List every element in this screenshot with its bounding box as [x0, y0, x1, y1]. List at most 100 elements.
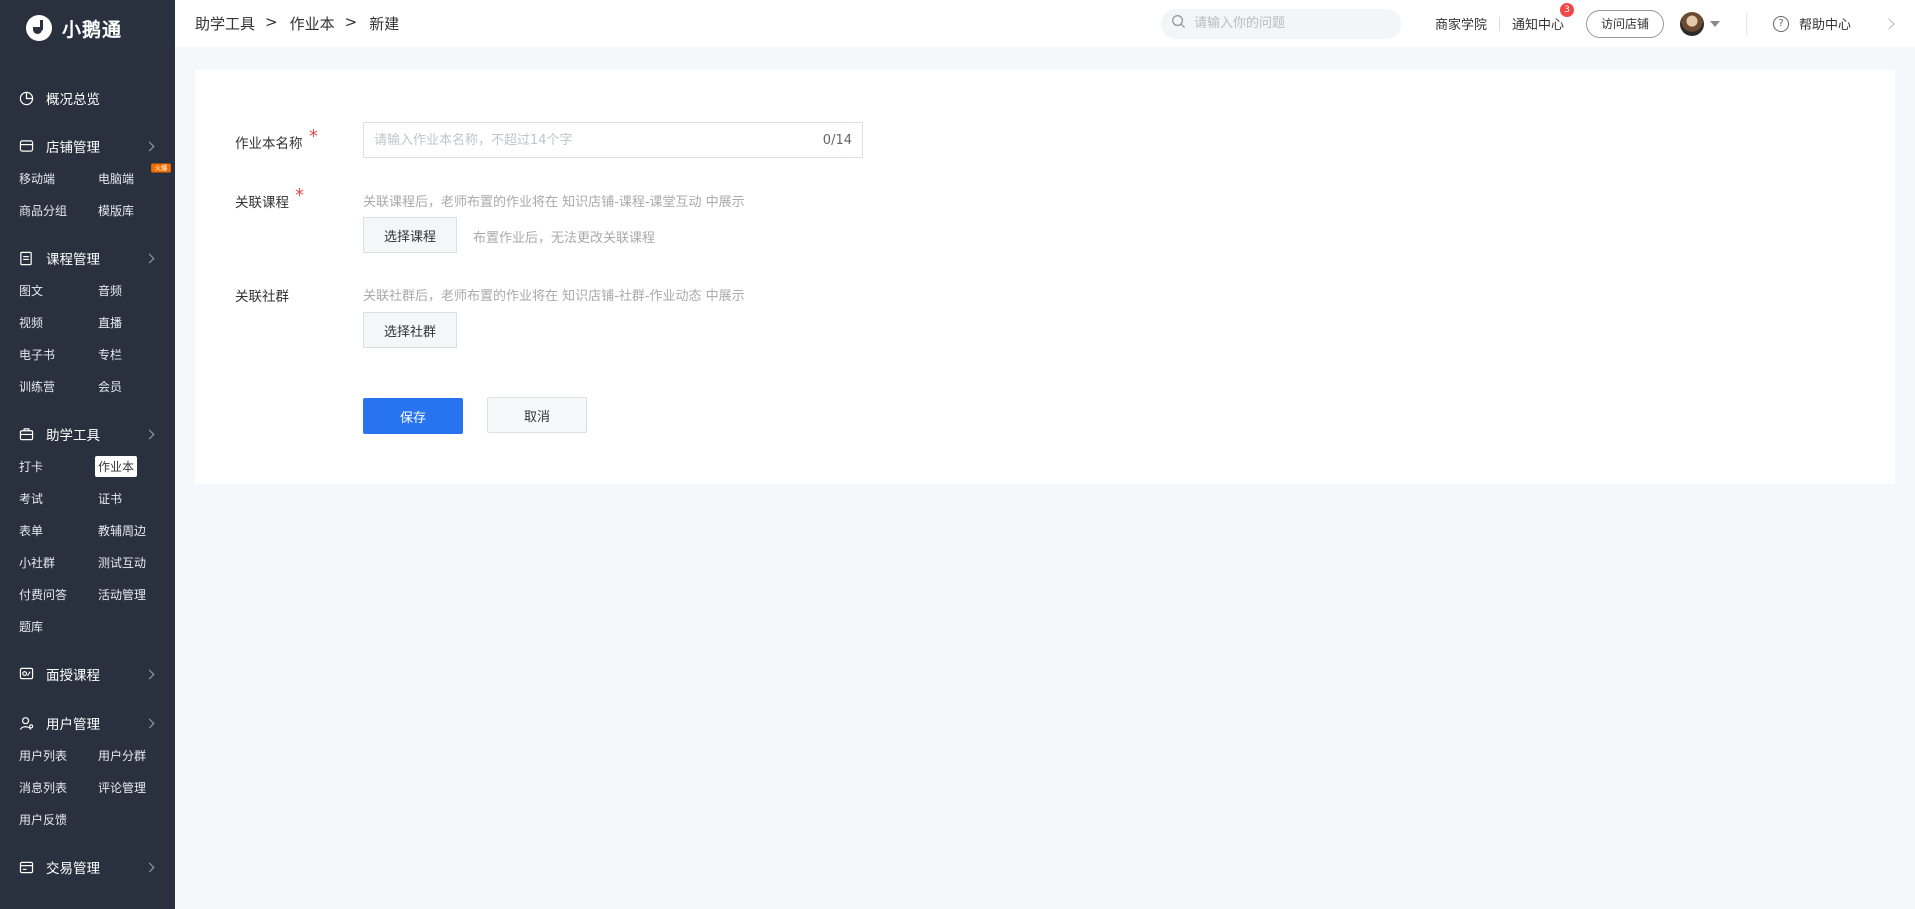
sidebar-subitem[interactable]: 测试互动 — [98, 551, 175, 573]
book-icon — [18, 251, 34, 265]
sidebar-submenu: 移动端 电脑端 火爆商品分组 模版库 — [0, 163, 175, 221]
select-community-button[interactable]: 选择社群 — [363, 312, 458, 348]
sidebar-item-overview[interactable]: 概况总览 — [0, 87, 175, 109]
sidebar-group-3[interactable]: 面授课程 — [0, 663, 175, 685]
sidebar-subitem[interactable]: 用户反馈 — [19, 808, 98, 830]
sidebar-submenu: 用户列表 用户分群 消息列表 评论管理 用户反馈 — [0, 744, 175, 830]
sidebar-subitem[interactable]: 训练营 — [19, 375, 98, 397]
sidebar-group-label: 店铺管理 — [46, 140, 100, 156]
user-icon — [18, 716, 34, 730]
sidebar-subitem[interactable]: 用户列表 — [19, 744, 98, 766]
sidebar-subitem-label: 教辅周边 — [98, 523, 147, 538]
sidebar-subitem[interactable]: 打卡 — [19, 455, 98, 477]
name-label: 作业本名称 * — [235, 126, 363, 152]
visit-store-button[interactable]: 访问店铺 — [1585, 9, 1664, 38]
cancel-button[interactable]: 取消 — [487, 397, 587, 433]
breadcrumb-item-tools[interactable]: 助学工具 — [195, 13, 255, 34]
sidebar-subitem-label: 模版库 — [98, 203, 135, 218]
course-inline-hint: 布置作业后，无法更改关联课程 — [473, 231, 656, 246]
trade-icon — [18, 860, 34, 874]
course-hint: 关联课程后，老师布置的作业将在 知识店铺-课程-课堂互动 中展示 — [363, 195, 745, 210]
course-label: 关联课程 * — [235, 185, 363, 211]
sidebar-subitem[interactable]: 专栏 — [98, 343, 175, 365]
search-input[interactable] — [1193, 16, 1384, 31]
breadcrumb: 助学工具 > 作业本 > 新建 — [175, 13, 399, 34]
chevron-right-icon — [144, 429, 155, 439]
sidebar-subitem[interactable]: 证书 — [98, 487, 175, 509]
sidebar-subitem[interactable]: 考试 — [19, 487, 98, 509]
store-icon — [18, 139, 34, 153]
sidebar-group-1[interactable]: 课程管理 — [0, 247, 175, 269]
chevron-right-icon — [144, 253, 155, 263]
sidebar-group-2[interactable]: 助学工具 — [0, 423, 175, 445]
sidebar-group-4[interactable]: 用户管理 — [0, 712, 175, 734]
brand-name: 小鹅通 — [62, 18, 123, 41]
sidebar: 小鹅通 概况总览 店铺管理移动端 电脑端 火爆商品分组 模版库课程管理图文 音频 视频 直播… — [0, 0, 175, 909]
brand-logo[interactable]: 小鹅通 — [0, 0, 175, 56]
sidebar-subitem[interactable]: 商品分组 — [19, 199, 98, 221]
breadcrumb-item-homework[interactable]: 作业本 — [290, 13, 335, 34]
breadcrumb-item-new: 新建 — [369, 15, 400, 33]
sidebar-subitem[interactable]: 作业本 — [95, 455, 175, 477]
sidebar-subitem-label: 题库 — [19, 619, 44, 634]
sidebar-subitem[interactable]: 移动端 — [19, 167, 98, 189]
chevron-right-icon — [144, 862, 155, 872]
sidebar-group-label: 用户管理 — [46, 717, 100, 733]
chevron-right-icon — [144, 718, 155, 728]
sidebar-subitem-label: 打卡 — [19, 459, 44, 474]
avatar[interactable] — [1679, 11, 1704, 36]
sidebar-subitem[interactable]: 电脑端 火爆 — [98, 163, 175, 189]
sidebar-subitem-label: 专栏 — [98, 347, 123, 362]
sidebar-subitem-label: 直播 — [98, 315, 123, 330]
sidebar-submenu: 图文 音频 视频 直播电子书 专栏 训练营 会员 — [0, 279, 175, 397]
sidebar-subitem[interactable]: 表单 — [19, 519, 98, 541]
sidebar-subitem[interactable]: 音频 — [98, 279, 175, 301]
sidebar-subitem[interactable]: 图文 — [19, 279, 98, 301]
sidebar-subitem-label: 表单 — [19, 523, 44, 538]
sidebar-group-0[interactable]: 店铺管理 — [0, 135, 175, 157]
notification-badge: 3 — [1559, 3, 1574, 17]
sidebar-item-label: 概况总览 — [46, 92, 100, 108]
topbar-actions: 商家学院 通知中心 3 访问店铺 ? 帮助中心 — [1160, 0, 1915, 47]
sidebar-subitem-label: 小社群 — [19, 555, 56, 570]
sidebar-subitem[interactable]: 直播 — [98, 311, 175, 333]
help-center-label: 帮助中心 — [1798, 18, 1851, 33]
sidebar-subitem-label: 电子书 — [19, 347, 56, 362]
sidebar-subitem[interactable]: 用户分群 — [98, 744, 175, 766]
name-row: 作业本名称 * — [235, 126, 363, 152]
community-label: 关联社群 — [235, 289, 289, 305]
sidebar-subitem[interactable]: 付费问答 — [19, 583, 98, 605]
sidebar-subitem-label: 活动管理 — [98, 587, 147, 602]
notification-label: 通知中心 — [1511, 18, 1564, 33]
chevron-right-icon[interactable] — [1883, 17, 1895, 30]
merchant-academy-link[interactable]: 商家学院 — [1423, 14, 1499, 33]
sidebar-subitem[interactable]: 模版库 — [98, 199, 175, 221]
course-label-text: 关联课程 — [235, 195, 289, 211]
save-button[interactable]: 保存 — [363, 398, 463, 434]
sidebar-subitem[interactable]: 教辅周边 — [98, 519, 175, 541]
sidebar-subitem[interactable]: 消息列表 — [19, 776, 98, 798]
sidebar-subitem[interactable]: 小社群 — [19, 551, 98, 573]
sidebar-subitem-label: 付费问答 — [19, 587, 68, 602]
pie-chart-icon — [18, 91, 34, 105]
course-row: 关联课程 * — [235, 185, 363, 211]
sidebar-subitem[interactable]: 评论管理 — [98, 776, 175, 798]
caret-down-icon[interactable] — [1709, 20, 1720, 27]
sidebar-subitem-label: 商品分组 — [19, 203, 68, 218]
classroom-icon — [18, 667, 34, 681]
sidebar-group-5[interactable]: 交易管理 — [0, 856, 175, 878]
sidebar-subitem-label: 作业本 — [95, 455, 138, 477]
select-course-button[interactable]: 选择课程 — [363, 217, 458, 253]
sidebar-subitem[interactable]: 会员 — [98, 375, 175, 397]
search-icon — [1171, 14, 1186, 33]
notification-center-link[interactable]: 通知中心 3 — [1500, 3, 1576, 33]
sidebar-subitem-label: 用户分群 — [98, 748, 147, 763]
help-center-link[interactable]: ? 帮助中心 — [1745, 12, 1851, 35]
sidebar-subitem[interactable]: 活动管理 — [98, 583, 175, 605]
homework-name-input[interactable] — [374, 132, 823, 148]
sidebar-subitem[interactable]: 视频 — [19, 311, 98, 333]
sidebar-subitem[interactable]: 电子书 — [19, 343, 98, 365]
sidebar-subitem-label: 证书 — [98, 491, 123, 506]
sidebar-subitem[interactable]: 题库 — [19, 615, 98, 637]
sidebar-subitem-label: 用户列表 — [19, 748, 68, 763]
